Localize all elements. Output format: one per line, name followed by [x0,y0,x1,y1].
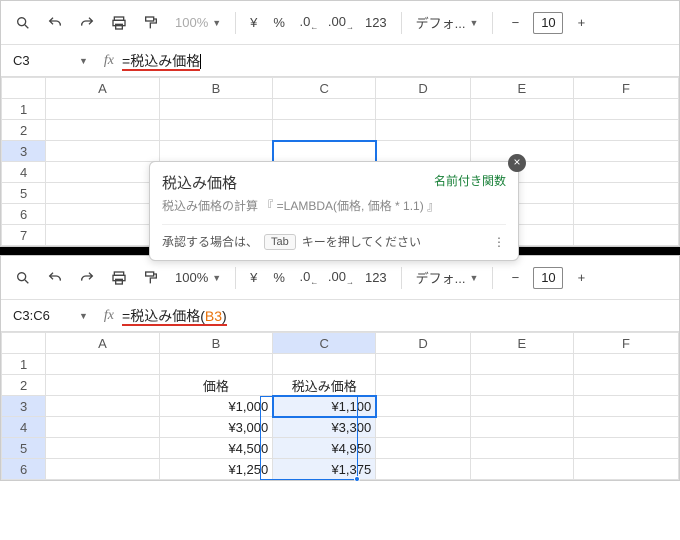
percent-button[interactable]: % [267,15,291,30]
currency-button[interactable]: ¥ [244,270,263,285]
paint-format-icon[interactable] [137,9,165,37]
row-header[interactable]: 4 [2,417,46,438]
search-icon[interactable] [9,9,37,37]
redo-icon[interactable] [73,9,101,37]
tooltip-hint: キーを押してください [302,233,421,250]
increase-font-icon[interactable]: + [567,9,595,37]
cell[interactable]: ¥1,250 [159,459,273,480]
row-header[interactable]: 3 [2,141,46,162]
cell[interactable]: ¥1,000 [159,396,273,417]
chevron-down-icon: ▼ [470,18,479,28]
row-header[interactable]: 6 [2,204,46,225]
row-header[interactable]: 1 [2,354,46,375]
row-header[interactable]: 7 [2,225,46,246]
font-select[interactable]: デフォ...▼ [410,268,485,287]
col-header[interactable]: C [273,333,376,354]
col-header[interactable]: F [573,78,678,99]
row-header[interactable]: 1 [2,99,46,120]
decrease-font-icon[interactable]: − [501,264,529,292]
print-icon[interactable] [105,264,133,292]
named-function-badge: 名前付き関数 [434,172,506,189]
chevron-down-icon: ▼ [212,18,221,28]
col-header[interactable]: B [159,333,273,354]
row-header[interactable]: 2 [2,120,46,141]
increase-font-icon[interactable]: + [567,264,595,292]
cell[interactable]: ¥4,950 [273,438,376,459]
col-header[interactable]: E [470,333,573,354]
format-123-button[interactable]: 123 [359,270,393,285]
cell[interactable]: ¥4,500 [159,438,273,459]
cell[interactable]: ¥1,375 [273,459,376,480]
currency-button[interactable]: ¥ [244,15,263,30]
select-all-corner[interactable] [2,78,46,99]
font-size-input[interactable]: 10 [533,267,563,289]
increase-decimal-icon[interactable]: .00→ [327,264,355,292]
redo-icon[interactable] [73,264,101,292]
row-header[interactable]: 6 [2,459,46,480]
decrease-decimal-icon[interactable]: .0← [295,9,323,37]
chevron-down-icon: ▼ [470,273,479,283]
col-header[interactable]: D [376,333,471,354]
fx-icon: fx [104,308,114,324]
col-header[interactable]: E [470,78,573,99]
tooltip-description: 税込み価格の計算 『 =LAMBDA(価格, 価格 * 1.1) 』 [162,197,506,214]
col-header[interactable]: F [573,333,678,354]
print-icon[interactable] [105,9,133,37]
cell[interactable]: ¥3,300 [273,417,376,438]
chevron-down-icon[interactable]: ▼ [79,311,88,321]
row-header[interactable]: 3 [2,396,46,417]
chevron-down-icon[interactable]: ▼ [79,56,88,66]
col-header[interactable]: B [159,78,273,99]
row-header[interactable]: 5 [2,183,46,204]
font-select[interactable]: デフォ...▼ [410,13,485,32]
chevron-down-icon: ▼ [212,273,221,283]
fill-handle[interactable] [354,476,360,482]
paint-format-icon[interactable] [137,264,165,292]
close-icon[interactable]: × [508,154,526,172]
fx-icon: fx [104,53,114,69]
undo-icon[interactable] [41,9,69,37]
format-123-button[interactable]: 123 [359,15,393,30]
cell[interactable]: 税込み価格 [273,375,376,396]
col-header[interactable]: C [273,78,376,99]
active-cell[interactable]: ¥1,100 [273,396,376,417]
col-header[interactable]: A [46,78,160,99]
tooltip-hint: 承認する場合は、 [162,233,258,250]
percent-button[interactable]: % [267,270,291,285]
cell[interactable]: 価格 [159,375,273,396]
font-size-input[interactable]: 10 [533,12,563,34]
decrease-font-icon[interactable]: − [501,9,529,37]
row-header[interactable]: 4 [2,162,46,183]
name-box[interactable]: C3:C6 [9,306,79,325]
col-header[interactable]: A [46,333,160,354]
undo-icon[interactable] [41,264,69,292]
name-box[interactable]: C3 [9,51,79,70]
more-icon[interactable]: ⋮ [493,235,506,249]
formula-input[interactable]: =税込み価格 [122,51,201,71]
increase-decimal-icon[interactable]: .00→ [327,9,355,37]
formula-input[interactable]: =税込み価格(B3) [122,306,227,326]
col-header[interactable]: D [376,78,471,99]
row-header[interactable]: 5 [2,438,46,459]
active-cell[interactable] [273,141,376,162]
cell[interactable] [46,99,160,120]
row-header[interactable]: 2 [2,375,46,396]
zoom-select[interactable]: 100%▼ [169,15,227,30]
function-tooltip: × 名前付き関数 税込み価格 税込み価格の計算 『 =LAMBDA(価格, 価格… [149,161,519,261]
search-icon[interactable] [9,264,37,292]
cell[interactable]: ¥3,000 [159,417,273,438]
zoom-select[interactable]: 100%▼ [169,270,227,285]
decrease-decimal-icon[interactable]: .0← [295,264,323,292]
tab-key-icon: Tab [264,234,296,250]
select-all-corner[interactable] [2,333,46,354]
